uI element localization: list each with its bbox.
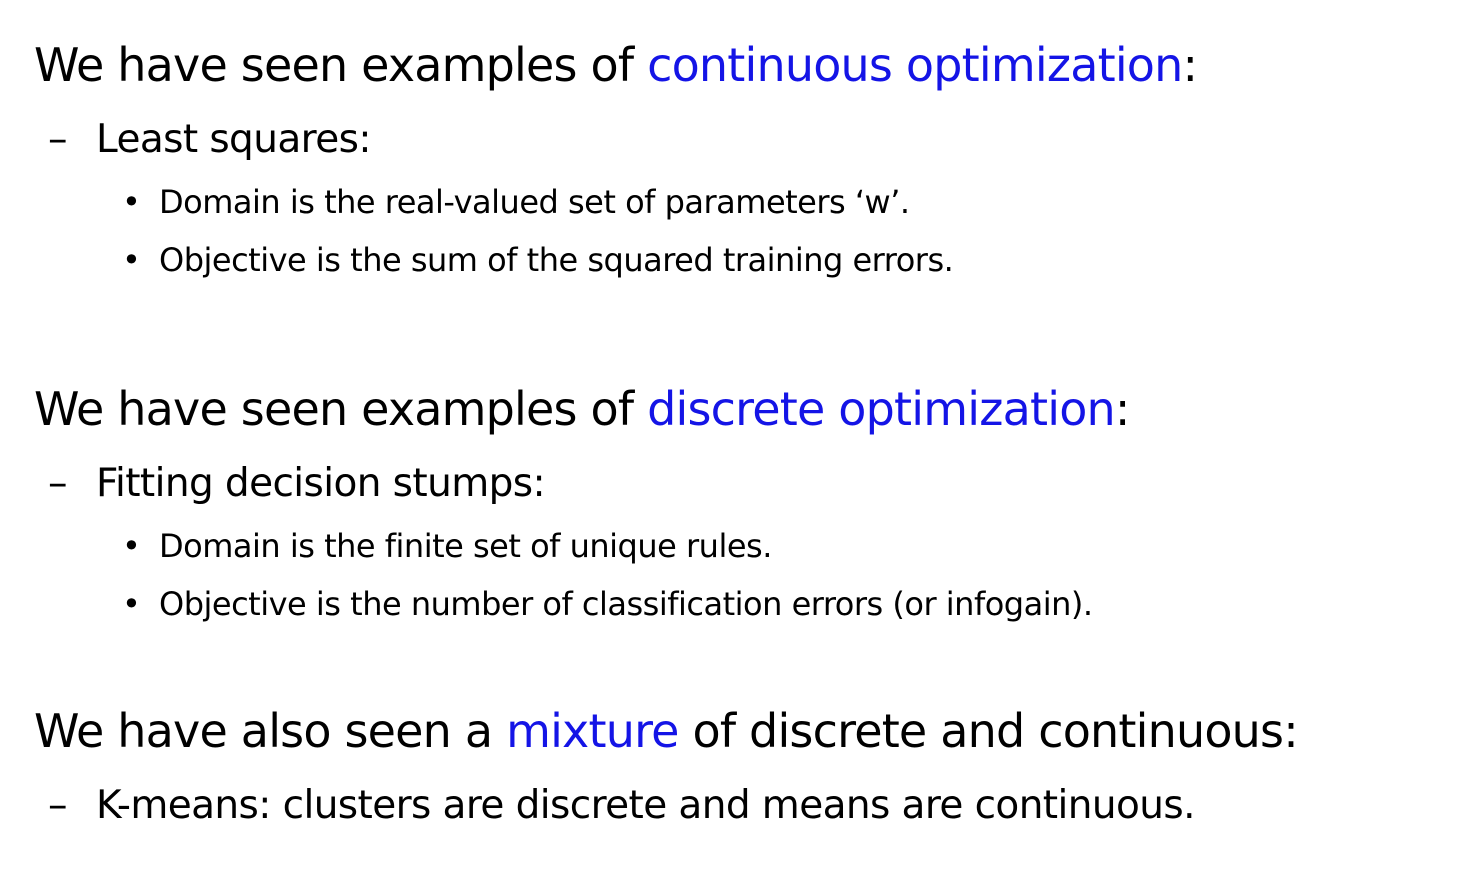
- sub-item-k-means: K-means: clusters are discrete and means…: [96, 783, 1195, 828]
- bullet-item: Domain is the finite set of unique rules…: [159, 527, 772, 565]
- dash-marker: –: [48, 783, 68, 828]
- bullet-item: Objective is the number of classificatio…: [159, 585, 1093, 623]
- heading-discrete-optimization: We have seen examples of discrete optimi…: [34, 386, 1130, 432]
- heading-mixture: We have also seen a mixture of discrete …: [34, 708, 1299, 754]
- bullet-item: Objective is the sum of the squared trai…: [159, 241, 954, 279]
- heading-text: We have seen examples of: [34, 382, 648, 436]
- bullet-marker: •: [122, 241, 141, 279]
- sub-item-decision-stumps: Fitting decision stumps:: [96, 461, 546, 506]
- sub-item-least-squares: Least squares:: [96, 117, 371, 162]
- slide: We have seen examples of continuous opti…: [0, 0, 1462, 878]
- highlight-continuous-optimization: continuous optimization: [647, 38, 1183, 92]
- bullet-marker: •: [122, 527, 141, 565]
- bullet-item: Domain is the real-valued set of paramet…: [159, 183, 910, 221]
- heading-suffix: :: [1182, 38, 1198, 92]
- bullet-marker: •: [122, 585, 141, 623]
- heading-continuous-optimization: We have seen examples of continuous opti…: [34, 42, 1198, 88]
- bullet-marker: •: [122, 183, 141, 221]
- highlight-mixture: mixture: [506, 704, 679, 758]
- highlight-discrete-optimization: discrete optimization: [647, 382, 1116, 436]
- heading-suffix: of discrete and continuous:: [678, 704, 1298, 758]
- heading-suffix: :: [1114, 382, 1130, 436]
- dash-marker: –: [48, 117, 68, 162]
- heading-text: We have also seen a: [34, 704, 507, 758]
- heading-text: We have seen examples of: [34, 38, 648, 92]
- dash-marker: –: [48, 461, 68, 506]
